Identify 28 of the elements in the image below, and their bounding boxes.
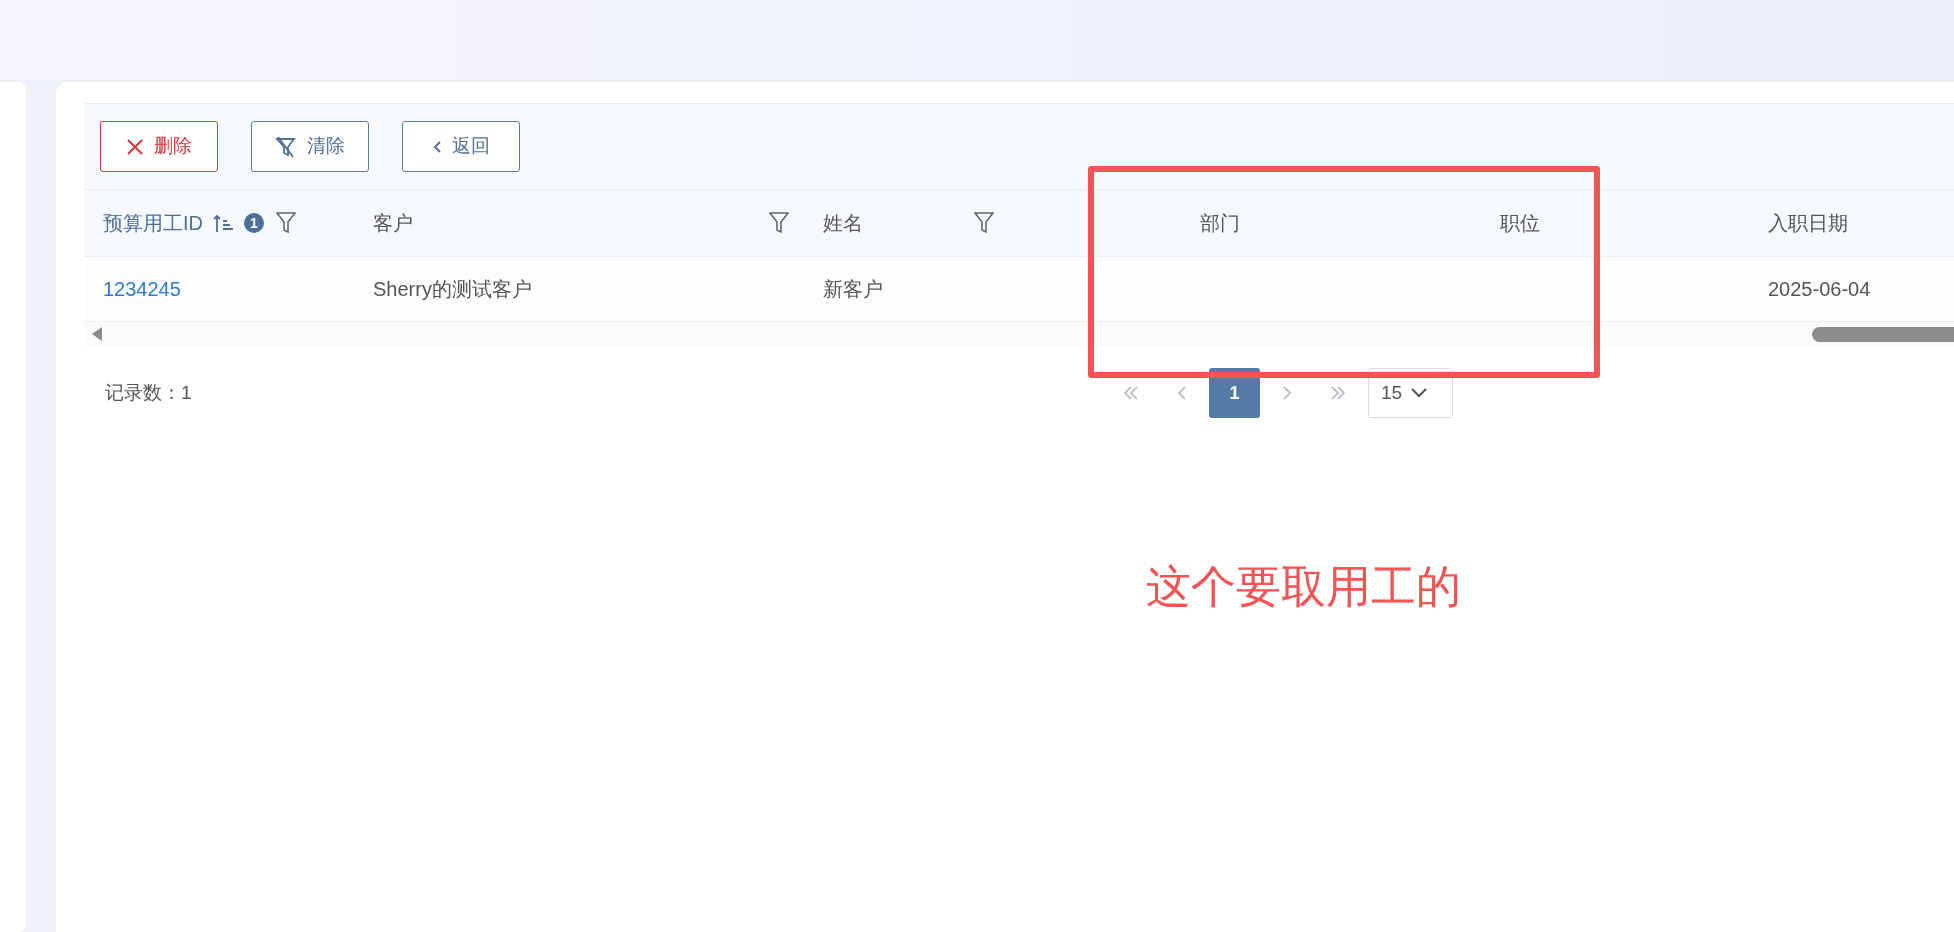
chevron-left-icon xyxy=(432,139,442,154)
table-cell: Sherry的测试客户 xyxy=(373,278,532,300)
sort-order-badge: 1 xyxy=(244,213,264,233)
close-icon xyxy=(126,137,144,156)
id-link[interactable]: 1234245 xyxy=(103,278,181,300)
table-cell: 新客户 xyxy=(823,278,883,300)
scrollbar-thumb[interactable] xyxy=(1812,326,1954,342)
table-cell: 2025-06-04 xyxy=(1768,278,1871,300)
column-header: 客户 xyxy=(373,211,413,236)
filter-icon[interactable] xyxy=(974,212,994,234)
first-page-icon[interactable] xyxy=(1122,385,1140,401)
column-header: 姓名 xyxy=(823,211,863,236)
sort-icon[interactable] xyxy=(213,213,235,233)
last-page-icon[interactable] xyxy=(1329,385,1347,401)
annotation-text: 这个要取用工的 xyxy=(1146,560,1461,614)
column-header: 入职日期 xyxy=(1768,211,1848,236)
filter-icon[interactable] xyxy=(276,212,296,234)
filter-clear-icon xyxy=(275,135,297,158)
delete-button[interactable]: 删除 xyxy=(100,121,218,172)
scroll-left-icon[interactable] xyxy=(92,327,102,341)
column-header: 职位 xyxy=(1500,211,1540,236)
column-header: 预算用工ID xyxy=(103,211,203,236)
filter-icon[interactable] xyxy=(769,212,789,234)
record-count: 记录数：1 xyxy=(105,380,193,405)
clear-button[interactable]: 清除 xyxy=(251,121,369,172)
back-button[interactable]: 返回 xyxy=(402,121,520,172)
column-header: 部门 xyxy=(1200,211,1240,236)
chevron-down-icon xyxy=(1410,387,1429,399)
